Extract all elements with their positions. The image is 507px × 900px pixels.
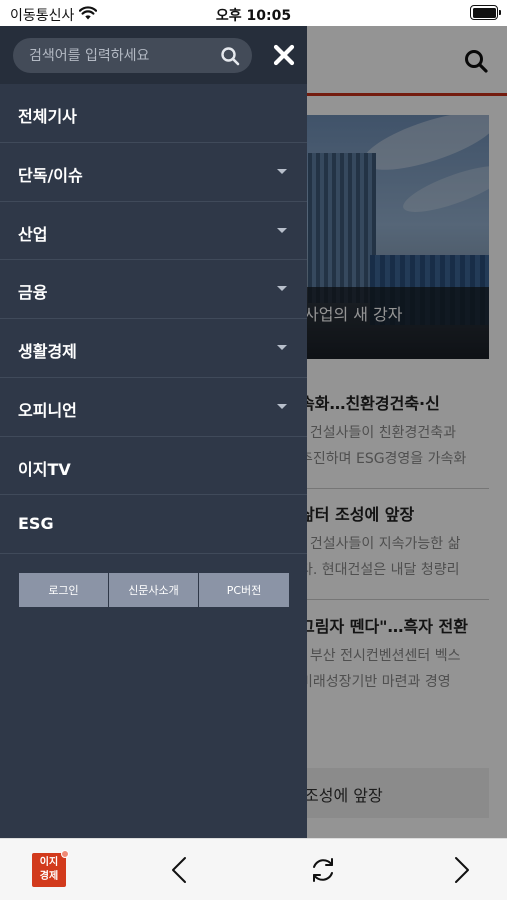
menu-item-label: ESG (18, 514, 54, 534)
chevron-left-icon[interactable] (165, 855, 195, 885)
caret-down-icon[interactable] (277, 168, 287, 174)
close-icon[interactable] (271, 42, 297, 68)
logo-text-line1: 이지 (39, 857, 59, 868)
caret-down-icon[interactable] (277, 403, 287, 409)
reload-icon[interactable] (308, 855, 338, 885)
drawer-menu: 전체기사 단독/이슈 산업 금융 생활경제 오피니언 이지TV ESG (0, 84, 307, 554)
logo-text-line2: 경제 (39, 871, 59, 882)
menu-item-label: 산업 (18, 224, 48, 244)
app-logo[interactable]: 이지 경제 (32, 850, 69, 887)
drawer-search-bar (0, 26, 307, 84)
bottom-toolbar: 이지 경제 (0, 838, 507, 900)
about-button[interactable]: 신문사소개 (109, 573, 199, 607)
menu-item-label: 전체기사 (18, 107, 77, 126)
menu-item-exclusive-issue[interactable]: 단독/이슈 (0, 143, 307, 202)
menu-item-easy-tv[interactable]: 이지TV (0, 437, 307, 496)
caret-down-icon[interactable] (277, 286, 287, 292)
chevron-right-icon[interactable] (446, 855, 476, 885)
clock: 오후 10:05 (215, 8, 292, 24)
menu-item-label: 생활경제 (18, 342, 77, 361)
status-bar: 이동통신사 오후 10:05 (0, 0, 507, 26)
menu-item-living-economy[interactable]: 생활경제 (0, 319, 307, 378)
search-icon[interactable] (220, 46, 240, 66)
menu-item-label: 오피니언 (18, 400, 77, 420)
menu-item-finance[interactable]: 금융 (0, 260, 307, 319)
search-box (13, 38, 252, 73)
menu-item-label: 이지TV (18, 459, 71, 479)
search-input[interactable] (29, 45, 209, 67)
menu-item-opinion[interactable]: 오피니언 (0, 378, 307, 437)
pc-version-button[interactable]: PC버전 (199, 573, 289, 607)
menu-item-esg[interactable]: ESG (0, 495, 307, 554)
menu-item-industry[interactable]: 산업 (0, 202, 307, 261)
menu-item-label: 단독/이슈 (18, 165, 83, 185)
caret-down-icon[interactable] (277, 345, 287, 350)
side-drawer: 전체기사 단독/이슈 산업 금융 생활경제 오피니언 이지TV ESG 로 (0, 26, 307, 838)
drawer-button-row: 로그인 신문사소개 PC버전 (19, 573, 289, 607)
caret-down-icon[interactable] (277, 227, 287, 233)
menu-item-label: 금융 (18, 283, 48, 303)
battery-icon (470, 5, 501, 20)
login-button[interactable]: 로그인 (19, 573, 109, 607)
menu-item-all-news[interactable]: 전체기사 (0, 84, 307, 143)
